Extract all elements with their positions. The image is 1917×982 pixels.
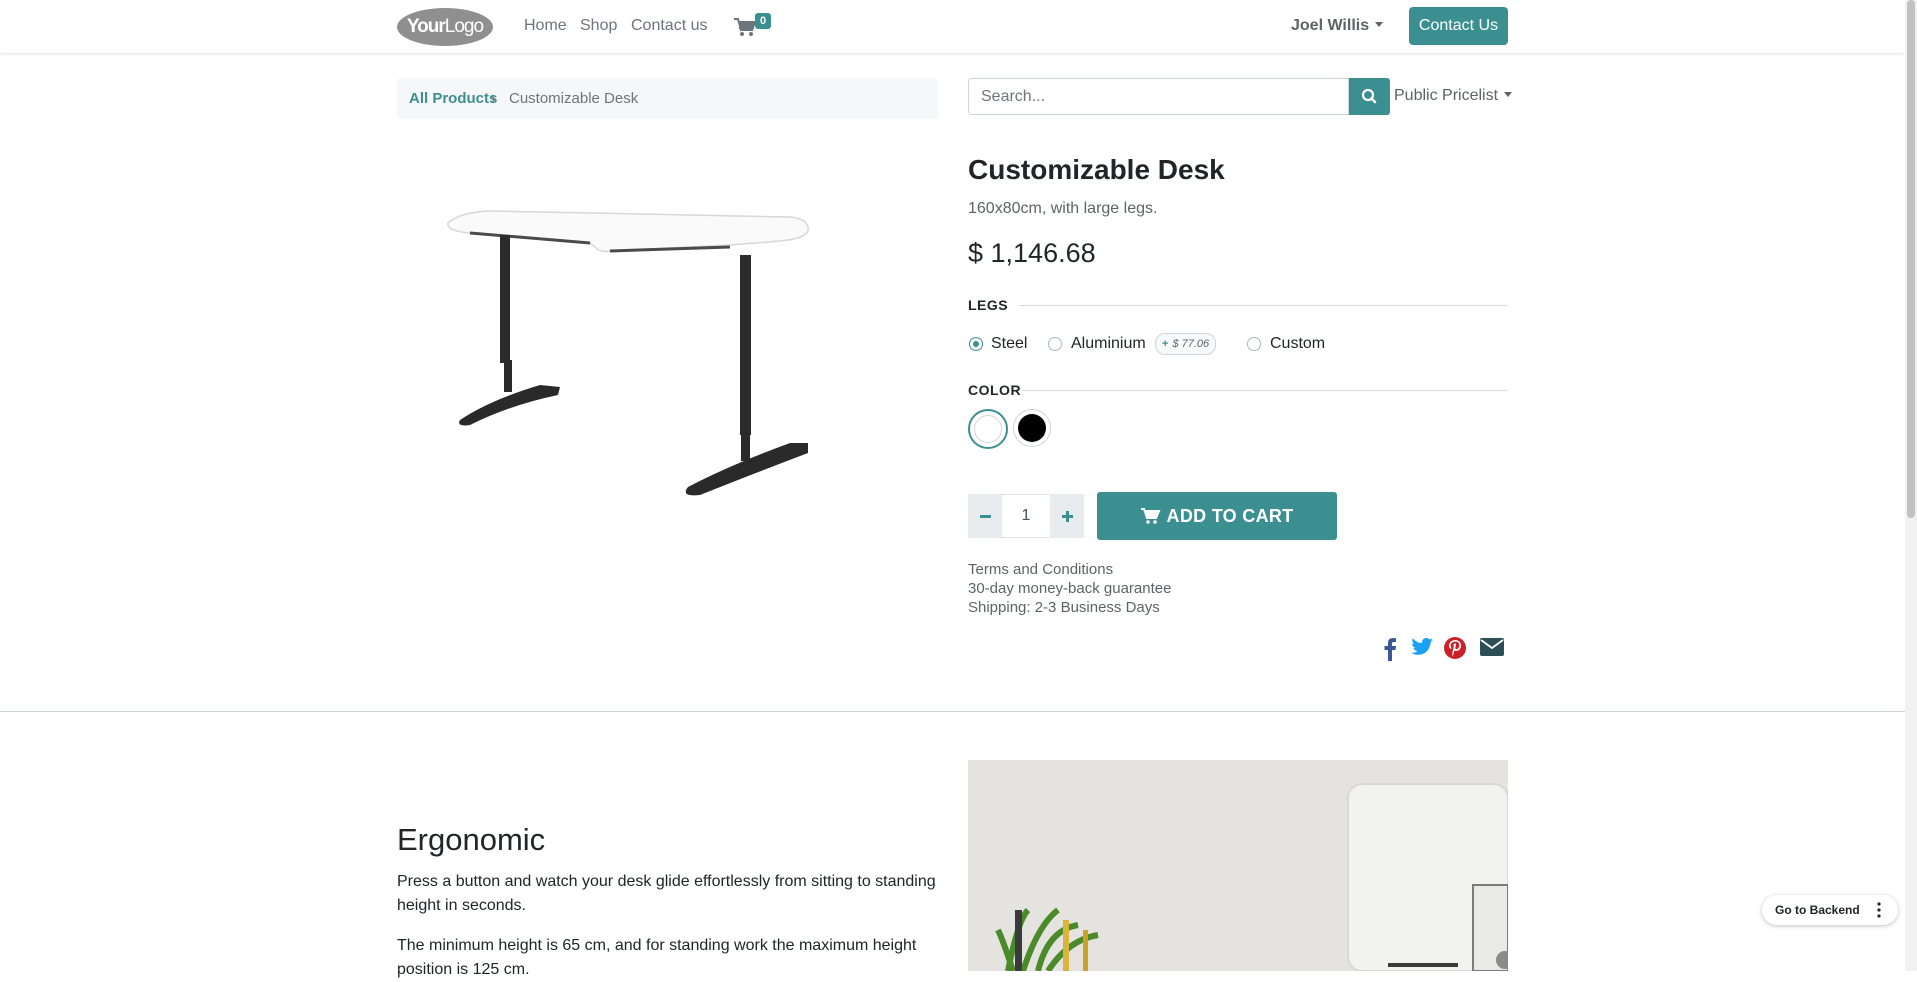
- breadcrumb-all-products[interactable]: All Products: [409, 78, 497, 119]
- product-price: $ 1,146.68: [968, 238, 1096, 268]
- pricelist-label: Public Pricelist: [1394, 87, 1499, 104]
- cart-count-badge: 0: [755, 13, 771, 29]
- price-extra-badge: + $ 77.06: [1155, 333, 1217, 355]
- section-heading-ergonomic: Ergonomic: [397, 822, 546, 857]
- color-label: COLOR: [968, 382, 1022, 398]
- legs-option-steel[interactable]: Steel: [991, 335, 1027, 353]
- plus-icon: [1062, 511, 1073, 522]
- price-extra-value: $ 77.06: [1172, 338, 1210, 350]
- breadcrumb-current: Customizable Desk: [509, 90, 639, 107]
- chevron-down-icon: [1375, 22, 1384, 27]
- search-button[interactable]: [1349, 78, 1390, 115]
- pinterest-icon[interactable]: [1444, 637, 1466, 659]
- guarantee-text: 30-day money-back guarantee: [968, 580, 1172, 597]
- quantity-input[interactable]: 1: [1002, 494, 1050, 538]
- legs-radio-aluminium[interactable]: [1048, 337, 1062, 351]
- office-desk-image: [968, 760, 1508, 971]
- shipping-text: Shipping: 2-3 Business Days: [968, 599, 1160, 616]
- go-to-backend-label: Go to Backend: [1775, 903, 1860, 917]
- site-logo[interactable]: YourLogo: [397, 8, 493, 46]
- cart-icon: [1140, 508, 1161, 524]
- color-swatch-black: [1018, 414, 1046, 442]
- add-to-cart-label: ADD TO CART: [1166, 506, 1294, 526]
- legs-divider: [1019, 305, 1508, 306]
- contact-us-button[interactable]: Contact Us: [1409, 7, 1508, 45]
- breadcrumb: All Products › Customizable Desk: [397, 78, 938, 119]
- color-swatch-selected-ring[interactable]: [968, 409, 1008, 449]
- breadcrumb-separator-icon: ›: [491, 90, 496, 107]
- paragraph-2: The minimum height is 65 cm, and for sta…: [397, 937, 917, 978]
- product-title: Customizable Desk: [968, 154, 1225, 185]
- plus-icon: +: [1162, 338, 1169, 350]
- legs-radio-custom[interactable]: [1247, 337, 1261, 351]
- terms-link[interactable]: Terms and Conditions: [968, 561, 1113, 578]
- color-divider: [1023, 390, 1508, 391]
- nav-home[interactable]: Home: [524, 17, 567, 35]
- minus-icon: [980, 515, 991, 518]
- search-icon: [1361, 88, 1377, 104]
- add-to-cart-button[interactable]: ADD TO CART: [1097, 492, 1337, 540]
- paragraph-1: Press a button and watch your desk glide…: [397, 873, 936, 914]
- go-to-backend-button[interactable]: Go to Backend: [1762, 895, 1898, 925]
- search-input[interactable]: Search...: [968, 78, 1349, 115]
- logo-text-logo: Logo: [444, 16, 484, 37]
- legs-radio-steel[interactable]: [969, 337, 983, 351]
- twitter-icon[interactable]: [1411, 637, 1433, 657]
- more-options-icon[interactable]: [1876, 901, 1882, 919]
- facebook-icon[interactable]: [1383, 637, 1397, 661]
- user-menu[interactable]: Joel Willis: [1291, 17, 1384, 35]
- legs-label: LEGS: [968, 297, 1009, 313]
- nav-contact-us[interactable]: Contact us: [631, 17, 707, 35]
- scrollbar-thumb[interactable]: [1907, 0, 1915, 518]
- quantity-decrease-button[interactable]: [968, 494, 1002, 538]
- quantity-increase-button[interactable]: [1050, 494, 1084, 538]
- section-divider: [0, 711, 1905, 712]
- color-swatch-black-ring[interactable]: [1013, 409, 1051, 447]
- pricelist-dropdown[interactable]: Public Pricelist: [1394, 87, 1513, 105]
- email-icon[interactable]: [1480, 637, 1504, 657]
- top-navbar: YourLogo Home Shop Contact us 0 Joel Wil…: [0, 0, 1905, 53]
- product-description: 160x80cm, with large legs.: [968, 200, 1158, 217]
- product-image: [447, 210, 809, 496]
- legs-option-aluminium[interactable]: Aluminium: [1071, 335, 1146, 353]
- chevron-down-icon: [1504, 92, 1513, 97]
- legs-option-custom[interactable]: Custom: [1270, 335, 1325, 353]
- nav-shop[interactable]: Shop: [580, 17, 617, 35]
- user-name: Joel Willis: [1291, 17, 1370, 34]
- color-swatch-white: [974, 415, 1002, 443]
- logo-text-your: Your: [406, 16, 446, 37]
